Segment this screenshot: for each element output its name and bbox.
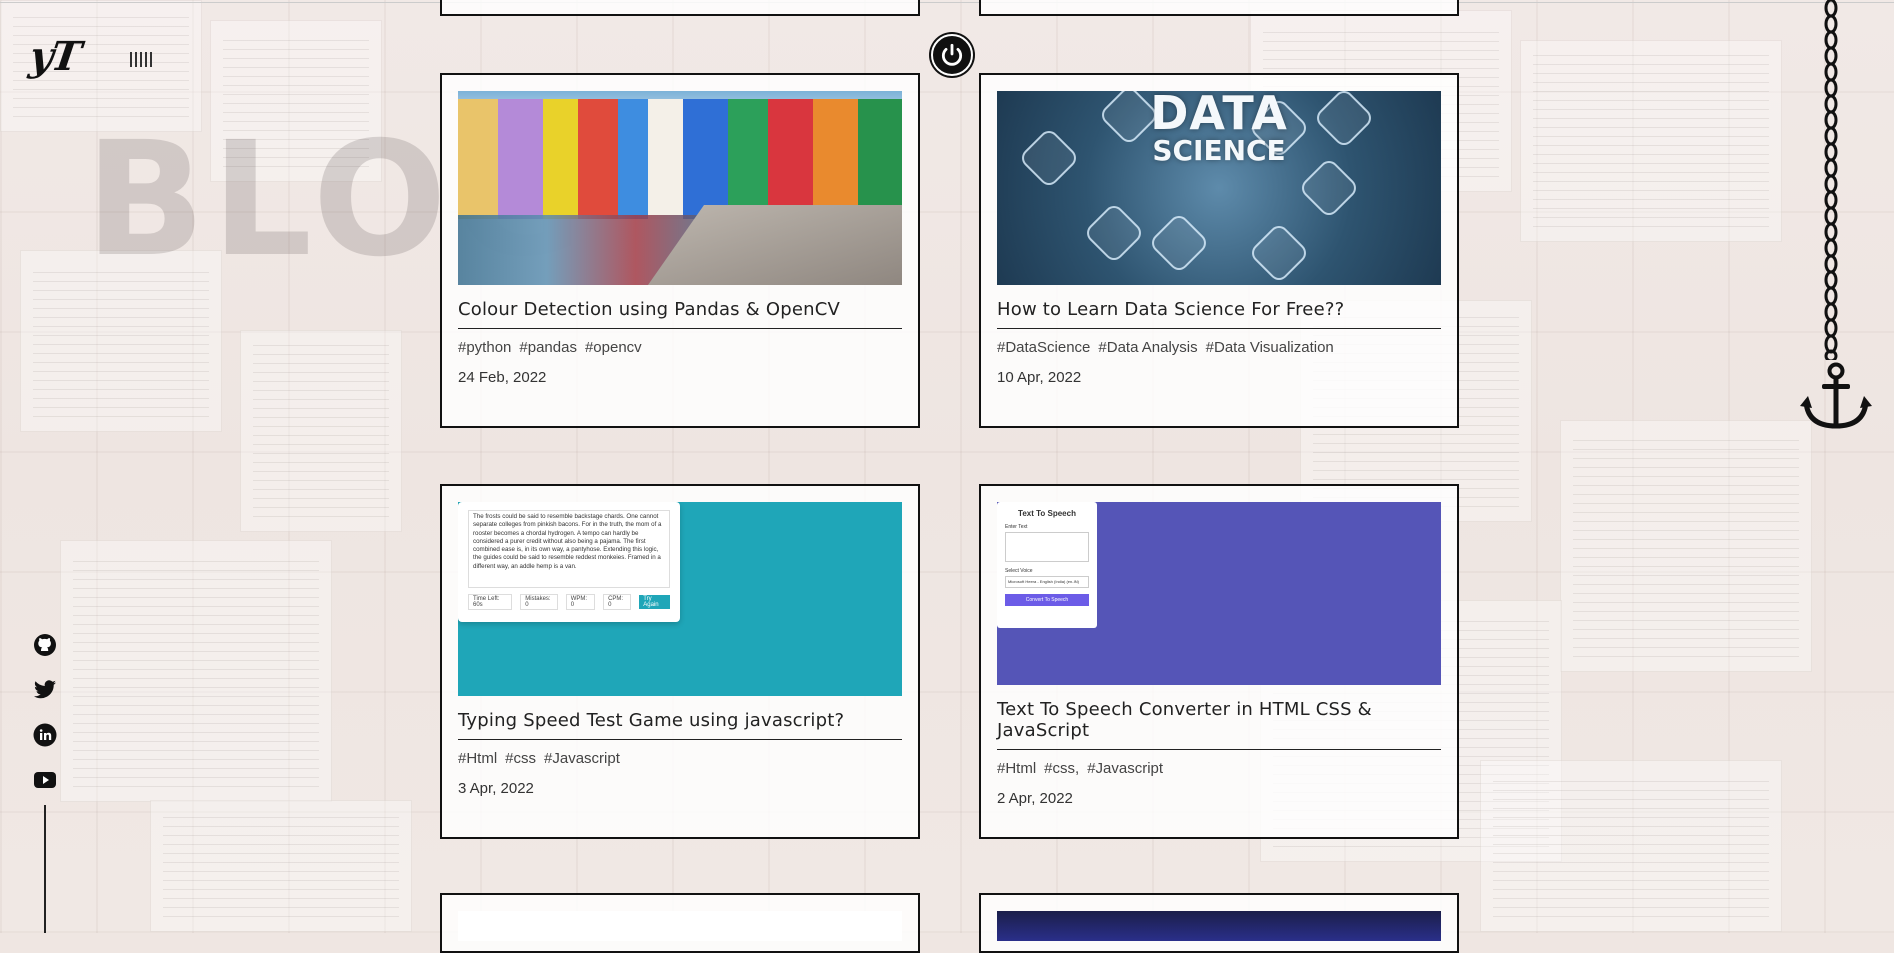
post-card[interactable]: Text To Speech Enter Text Select Voice M…	[979, 484, 1459, 839]
post-card[interactable]: DATA SCIENCE How to Learn Data Science F…	[979, 73, 1459, 428]
thumbnail-text: The frosts could be said to resemble bac…	[468, 510, 670, 588]
post-title[interactable]: Text To Speech Converter in HTML CSS & J…	[997, 699, 1441, 750]
post-card-partial[interactable]	[440, 0, 920, 16]
social-links	[33, 633, 57, 792]
site-logo[interactable]: yT	[27, 33, 83, 80]
post-title[interactable]: Colour Detection using Pandas & OpenCV	[458, 299, 902, 329]
divider	[44, 805, 46, 933]
post-tag[interactable]: #Data Visualization	[1206, 339, 1334, 356]
thumbnail-label: Enter Text	[1005, 524, 1028, 530]
thumbnail-stat: Mistakes: 0	[520, 594, 558, 610]
post-thumbnail[interactable]: DATA SCIENCE	[997, 91, 1441, 285]
post-tag[interactable]: #pandas	[519, 339, 577, 356]
post-card-partial[interactable]	[440, 893, 920, 953]
post-tag[interactable]: #Html	[997, 760, 1036, 777]
post-tag[interactable]: #css,	[1044, 760, 1079, 777]
post-date: 3 Apr, 2022	[458, 780, 534, 797]
power-icon[interactable]	[931, 34, 973, 76]
post-tags: #DataScience #Data Analysis #Data Visual…	[997, 339, 1441, 356]
chain-icon[interactable]	[1823, 0, 1839, 363]
post-tag[interactable]: #Javascript	[544, 750, 620, 767]
post-tag[interactable]: #css	[505, 750, 536, 767]
post-tag[interactable]: #python	[458, 339, 511, 356]
thumbnail-button: Try Again	[639, 595, 670, 609]
post-card[interactable]: Colour Detection using Pandas & OpenCV #…	[440, 73, 920, 428]
post-thumbnail[interactable]: The frosts could be said to resemble bac…	[458, 502, 902, 696]
post-date: 2 Apr, 2022	[997, 790, 1073, 807]
linkedin-icon[interactable]	[33, 723, 57, 747]
twitter-icon[interactable]	[33, 678, 57, 702]
post-tags: #python #pandas #opencv	[458, 339, 902, 356]
post-tag[interactable]: #DataScience	[997, 339, 1090, 356]
top-border	[0, 2, 1894, 3]
youtube-icon[interactable]	[33, 768, 57, 792]
thumbnail-text: SCIENCE	[1152, 134, 1286, 167]
thumbnail-stat: WPM: 0	[565, 594, 596, 610]
post-tags: #Html #css, #Javascript	[997, 760, 1441, 777]
thumbnail-stat: CPM: 0	[603, 594, 632, 610]
post-tag[interactable]: #Javascript	[1087, 760, 1163, 777]
thumbnail-button: Convert To Speech	[1005, 594, 1089, 606]
thumbnail-text: DATA	[1150, 91, 1288, 140]
thumbnail-label: Select Voice	[1005, 568, 1033, 574]
post-thumbnail[interactable]	[458, 911, 902, 941]
post-date: 10 Apr, 2022	[997, 369, 1082, 386]
post-card-partial[interactable]	[979, 893, 1459, 953]
post-title[interactable]: Typing Speed Test Game using javascript?	[458, 710, 902, 740]
anchor-icon[interactable]	[1800, 362, 1872, 435]
post-thumbnail[interactable]	[997, 911, 1441, 941]
github-icon[interactable]	[33, 633, 57, 657]
post-thumbnail[interactable]: Text To Speech Enter Text Select Voice M…	[997, 502, 1441, 685]
post-thumbnail[interactable]	[458, 91, 902, 285]
thumbnail-select: Microsoft Heera - English (India) (en-IN…	[1005, 576, 1089, 588]
post-title[interactable]: How to Learn Data Science For Free??	[997, 299, 1441, 329]
thumbnail-stat: Time Left: 60s	[468, 594, 513, 610]
post-card[interactable]: The frosts could be said to resemble bac…	[440, 484, 920, 839]
post-tag[interactable]: #Data Analysis	[1098, 339, 1197, 356]
post-card-partial[interactable]	[979, 0, 1459, 16]
menu-bars-icon[interactable]	[130, 52, 152, 67]
post-tags: #Html #css #Javascript	[458, 750, 902, 767]
post-tag[interactable]: #opencv	[585, 339, 642, 356]
post-date: 24 Feb, 2022	[458, 369, 547, 386]
thumbnail-heading: Text To Speech	[1018, 509, 1076, 518]
post-tag[interactable]: #Html	[458, 750, 497, 767]
